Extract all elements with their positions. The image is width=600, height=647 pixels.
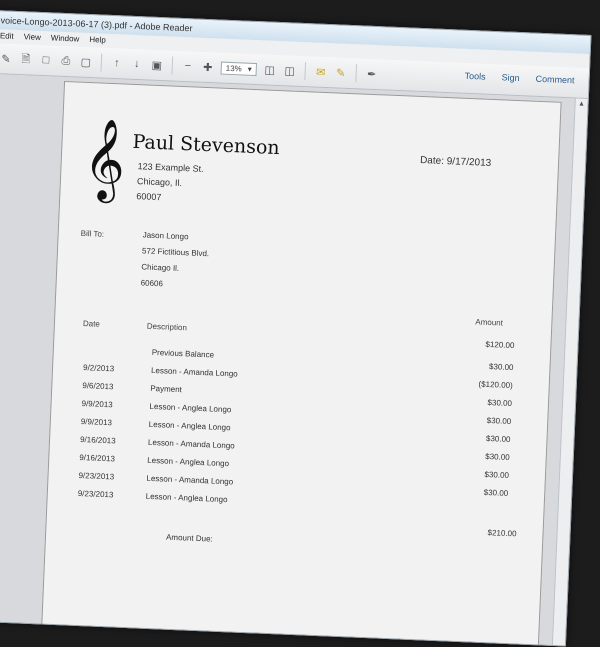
toolbar-divider (100, 53, 103, 72)
table-row: 9/6/2013 Payment $30.00 (82, 381, 523, 408)
zoom-select[interactable]: 13% ▾ (220, 61, 258, 76)
row-description: Lesson - Anglea Longo (149, 401, 232, 415)
treble-clef-icon: 𝄞 (82, 116, 127, 201)
zoom-in-icon[interactable]: ✚ (201, 60, 216, 75)
amount-due-value: $210.00 (487, 528, 517, 539)
create-pdf-icon[interactable]: ✎ (0, 51, 13, 66)
row-amount: ($120.00) (478, 379, 513, 391)
bill-to-label: Bill To: (80, 228, 105, 239)
table-row: 9/16/2013 Lesson - Anglea Longo $30.00 (79, 452, 520, 480)
scroll-up-icon[interactable]: ▲ (575, 98, 587, 110)
row-description: Previous Balance (151, 347, 215, 360)
opening-amount: $120.00 (485, 339, 515, 351)
print-icon[interactable]: ⎙ (59, 54, 74, 69)
toolbar-divider (355, 64, 358, 83)
row-date: 9/6/2013 (82, 381, 114, 392)
fit-page-icon[interactable]: ◫ (262, 62, 277, 77)
email-icon[interactable]: ▢ (79, 55, 94, 70)
table-row: 9/23/2013 Lesson - Amanda Longo $30.00 (78, 470, 519, 498)
sign-icon[interactable]: ✒ (364, 67, 379, 82)
row-description: Lesson - Amanda Longo (146, 473, 234, 487)
open-file-icon[interactable]: 🗎 (19, 52, 34, 67)
row-description: Payment (150, 383, 183, 395)
previous-page-icon[interactable]: ↑ (110, 56, 125, 71)
row-description: Lesson - Amanda Longo (147, 437, 235, 451)
highlight-icon[interactable]: ✎ (333, 65, 348, 80)
row-date: 9/2/2013 (82, 363, 115, 374)
row-amount: $30.00 (485, 433, 511, 445)
bill-to-address: Jason Longo 572 Fictitious Blvd. Chicago… (140, 227, 210, 294)
fit-width-icon[interactable]: ◫ (282, 63, 297, 78)
bill-to-zip: 60606 (140, 278, 164, 289)
sign-link[interactable]: Sign (501, 72, 519, 83)
table-row: Previous Balance $30.00 (84, 345, 524, 372)
sender-zip: 60007 (136, 191, 162, 203)
row-description: Lesson - Amanda Longo (150, 365, 238, 379)
description-header: Description (146, 321, 188, 333)
sender-address: 123 Example St. Chicago, Il. 60007 (136, 159, 204, 207)
sender-name: Paul Stevenson (132, 130, 281, 160)
menu-edit[interactable]: Edit (0, 29, 14, 44)
menu-window[interactable]: Window (51, 31, 80, 46)
invoice-page: 𝄞 Paul Stevenson 123 Example St. Chicago… (40, 80, 562, 647)
row-description: Lesson - Anglea Longo (145, 491, 228, 505)
row-date: 9/9/2013 (81, 399, 113, 410)
row-description: Lesson - Anglea Longo (147, 455, 230, 469)
zoom-out-icon[interactable]: − (181, 59, 196, 74)
zoom-value: 13% (225, 63, 242, 73)
save-icon[interactable]: □ (39, 53, 54, 68)
row-date: 9/9/2013 (80, 417, 113, 428)
row-amount: $30.00 (485, 451, 510, 462)
tools-link[interactable]: Tools (464, 71, 485, 82)
menu-view[interactable]: View (23, 30, 42, 45)
row-date: 9/16/2013 (79, 434, 116, 446)
toolbar-divider (304, 62, 307, 81)
row-date: 9/16/2013 (79, 452, 116, 464)
amount-due-label: Amount Due: (165, 532, 213, 544)
reader-window: voice-Longo-2013-06-17 (3).pdf - Adobe R… (0, 10, 592, 647)
menu-help[interactable]: Help (89, 33, 106, 48)
row-amount: $30.00 (484, 469, 510, 480)
comment-link[interactable]: Comment (535, 74, 574, 86)
row-date: 9/23/2013 (78, 470, 115, 482)
invoice-date: Date: 9/17/2013 (419, 154, 492, 169)
table-row: 9/9/2013 Lesson - Anglea Longo $30.00 (81, 399, 522, 426)
row-amount: $30.00 (487, 398, 513, 409)
row-amount: $30.00 (483, 487, 509, 498)
amount-header: Amount (475, 317, 504, 328)
page-number-icon[interactable]: ▣ (150, 58, 165, 73)
table-row: 9/16/2013 Lesson - Amanda Longo $30.00 (79, 434, 520, 462)
row-amount: $30.00 (486, 415, 512, 427)
row-amount: $30.00 (488, 362, 514, 373)
row-description: Lesson - Anglea Longo (148, 419, 231, 433)
row-date: 9/23/2013 (77, 488, 114, 500)
table-row: 9/2/2013 Lesson - Amanda Longo ($120.00) (82, 363, 523, 390)
toolbar-divider (171, 56, 174, 75)
toolbar-right-links: Tools Sign Comment (464, 71, 574, 86)
document-viewport[interactable]: 𝄞 Paul Stevenson 123 Example St. Chicago… (0, 73, 576, 647)
table-row: 9/9/2013 Lesson - Anglea Longo $30.00 (80, 417, 521, 444)
date-header: Date (82, 319, 101, 329)
next-page-icon[interactable]: ↓ (130, 57, 145, 72)
comment-icon[interactable]: ✉ (313, 64, 328, 79)
chevron-down-icon: ▾ (247, 64, 252, 74)
table-row: 9/23/2013 Lesson - Anglea Longo (78, 489, 518, 507)
